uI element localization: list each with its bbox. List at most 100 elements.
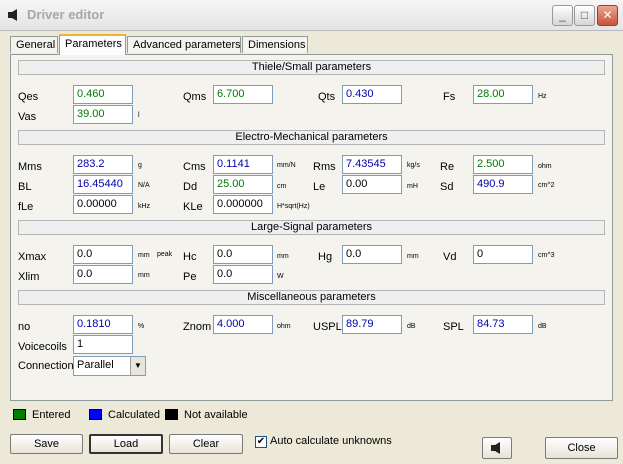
fle-unit: kHz <box>138 203 151 210</box>
rms-unit: kg/s <box>407 162 420 169</box>
kle-unit: H*sqrt(Hz) <box>277 203 310 210</box>
no-label: no <box>18 321 31 333</box>
qes-field[interactable]: 0.460 <box>73 85 133 104</box>
connection-select[interactable]: Parallel ▼ <box>73 356 146 376</box>
xmax-peak-label: peak <box>157 251 173 258</box>
mms-field[interactable]: 283.2 <box>73 155 133 174</box>
hc-label: Hc <box>183 251 197 263</box>
le-label: Le <box>313 181 326 193</box>
re-label: Re <box>440 161 455 173</box>
sd-unit: cm^2 <box>538 182 555 189</box>
vd-unit: cm^3 <box>538 252 555 259</box>
auto-calculate-checkbox[interactable]: ✔ <box>255 436 267 448</box>
spl-unit: dB <box>538 323 547 330</box>
pe-unit: W <box>277 273 284 280</box>
qts-field[interactable]: 0.430 <box>342 85 402 104</box>
auto-calculate-label: Auto calculate unknowns <box>270 435 392 447</box>
tab-dimensions[interactable]: Dimensions <box>242 36 308 53</box>
legend-not-available-label: Not available <box>184 409 248 421</box>
fs-field[interactable]: 28.00 <box>473 85 533 104</box>
legend-entered-swatch <box>13 409 26 420</box>
voicecoils-field[interactable]: 1 <box>73 335 133 354</box>
vas-field[interactable]: 39.00 <box>73 105 133 124</box>
qts-label: Qts <box>318 91 336 103</box>
tab-general[interactable]: General <box>10 36 58 53</box>
uspl-label: USPL <box>313 321 342 333</box>
vd-label: Vd <box>443 251 457 263</box>
no-field[interactable]: 0.1810 <box>73 315 133 334</box>
title-bar: Driver editor _ □ ✕ <box>0 0 623 31</box>
hc-unit: mm <box>277 253 289 260</box>
hc-field[interactable]: 0.0 <box>213 245 273 264</box>
re-field[interactable]: 2.500 <box>473 155 533 174</box>
fle-field[interactable]: 0.00000 <box>73 195 133 214</box>
connection-label: Connection <box>18 360 74 372</box>
xlim-label: Xlim <box>18 271 40 283</box>
xmax-field[interactable]: 0.0 <box>73 245 133 264</box>
legend-entered-label: Entered <box>32 409 71 421</box>
cms-field[interactable]: 0.1141 <box>213 155 273 174</box>
kle-field[interactable]: 0.000000 <box>213 195 273 214</box>
bl-field[interactable]: 16.45440 <box>73 175 133 194</box>
minimize-button[interactable]: _ <box>552 5 573 26</box>
pe-field[interactable]: 0.0 <box>213 265 273 284</box>
no-unit: % <box>138 323 145 330</box>
le-unit: mH <box>407 183 418 190</box>
load-button[interactable]: Load <box>89 434 163 454</box>
qms-field[interactable]: 6.700 <box>213 85 273 104</box>
vas-unit: l <box>138 112 140 119</box>
tab-parameters[interactable]: Parameters <box>59 34 126 55</box>
znom-field[interactable]: 4.000 <box>213 315 273 334</box>
dd-field[interactable]: 25.00 <box>213 175 273 194</box>
section-large-signal: Large-Signal parameters <box>18 220 605 235</box>
sd-label: Sd <box>440 181 454 193</box>
qms-label: Qms <box>183 91 207 103</box>
xlim-field[interactable]: 0.0 <box>73 265 133 284</box>
cms-unit: mm/N <box>277 162 296 169</box>
vd-field[interactable]: 0 <box>473 245 533 264</box>
dd-unit: cm <box>277 183 287 190</box>
tab-advanced-parameters[interactable]: Advanced parameters <box>127 36 241 53</box>
connection-value: Parallel <box>77 359 114 371</box>
kle-label: KLe <box>183 201 203 213</box>
chevron-down-icon[interactable]: ▼ <box>130 357 145 375</box>
close-button[interactable]: Close <box>545 437 618 459</box>
rms-label: Rms <box>313 161 336 173</box>
hg-unit: mm <box>407 253 419 260</box>
mms-unit: g <box>138 162 142 169</box>
bl-unit: N/A <box>138 182 150 189</box>
mms-label: Mms <box>18 161 42 173</box>
uspl-field[interactable]: 89.79 <box>342 315 402 334</box>
section-thiele-small: Thiele/Small parameters <box>18 60 605 75</box>
hg-label: Hg <box>318 251 333 263</box>
maximize-button[interactable]: □ <box>574 5 595 26</box>
section-electro-mechanical: Electro-Mechanical parameters <box>18 130 605 145</box>
uspl-unit: dB <box>407 323 416 330</box>
window-title: Driver editor <box>27 7 105 22</box>
pe-label: Pe <box>183 271 197 283</box>
fs-label: Fs <box>443 91 456 103</box>
driver-icon-button[interactable] <box>482 437 512 459</box>
xlim-unit: mm <box>138 272 150 279</box>
dd-label: Dd <box>183 181 198 193</box>
section-miscellaneous: Miscellaneous parameters <box>18 290 605 305</box>
close-window-button[interactable]: ✕ <box>597 5 618 26</box>
qes-label: Qes <box>18 91 39 103</box>
xmax-label: Xmax <box>18 251 47 263</box>
znom-label: Znom <box>183 321 212 333</box>
voicecoils-label: Voicecoils <box>18 341 67 353</box>
xmax-unit: mm <box>138 252 150 259</box>
legend-calculated-swatch <box>89 409 102 420</box>
save-button[interactable]: Save <box>10 434 83 454</box>
sd-field[interactable]: 490.9 <box>473 175 533 194</box>
clear-button[interactable]: Clear <box>169 434 243 454</box>
bl-label: BL <box>18 181 32 193</box>
fs-unit: Hz <box>538 93 547 100</box>
rms-field[interactable]: 7.43545 <box>342 155 402 174</box>
le-field[interactable]: 0.00 <box>342 175 402 194</box>
re-unit: ohm <box>538 163 552 170</box>
fle-label: fLe <box>18 201 34 213</box>
spl-field[interactable]: 84.73 <box>473 315 533 334</box>
hg-field[interactable]: 0.0 <box>342 245 402 264</box>
legend-not-available-swatch <box>165 409 178 420</box>
